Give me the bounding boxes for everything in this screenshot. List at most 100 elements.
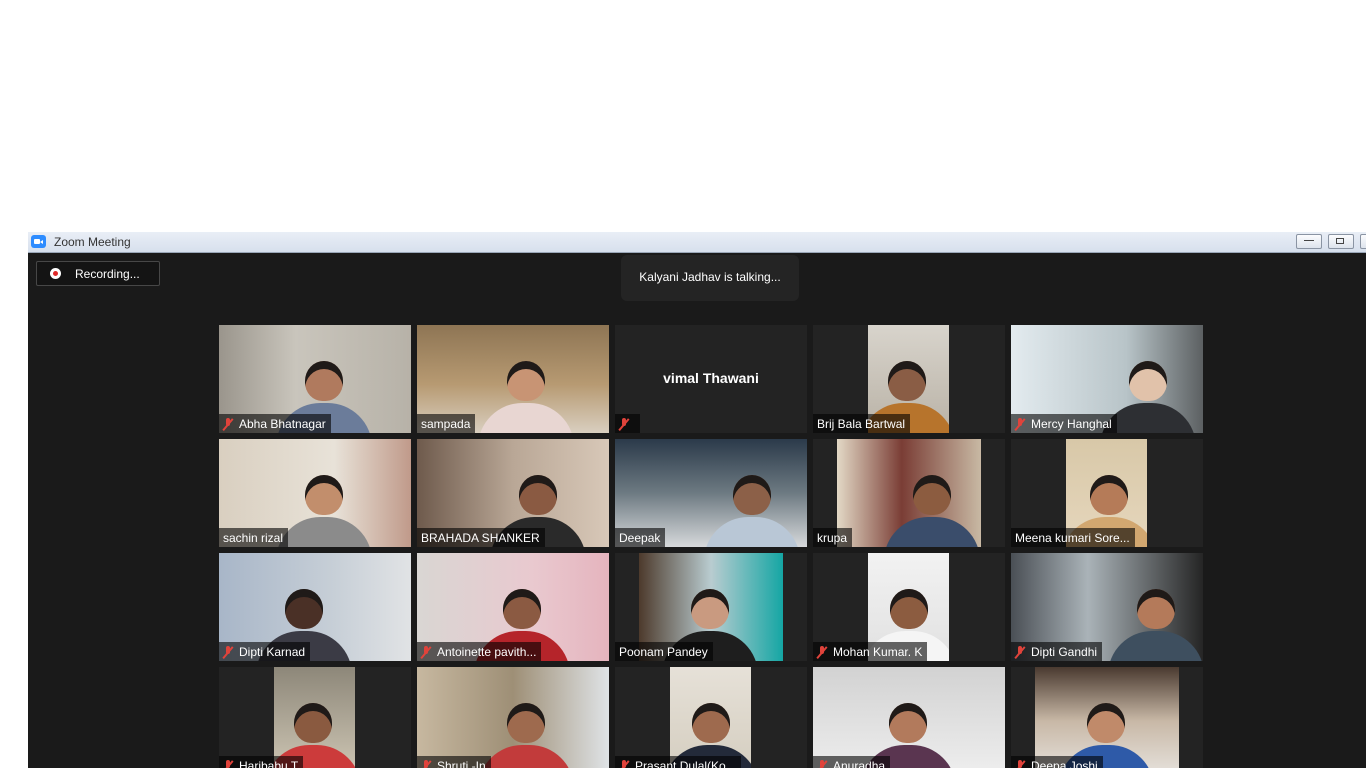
participant-tile[interactable]: sampada (417, 325, 609, 433)
participant-name-tag: BRAHADA SHANKER (417, 528, 545, 547)
participant-face (519, 475, 557, 515)
participant-name-tag (615, 414, 640, 433)
restore-icon (1336, 238, 1344, 244)
participant-tile[interactable]: Mercy Hanghal (1011, 325, 1203, 433)
participant-tile[interactable]: Meena kumari Sore... (1011, 439, 1203, 547)
participant-name-tag: Antoinette pavith... (417, 642, 542, 661)
participant-name: Abha Bhatnagar (239, 416, 326, 431)
participant-name-tag: sampada (417, 414, 476, 433)
muted-mic-icon (421, 645, 431, 658)
muted-mic-icon (619, 417, 629, 430)
participant-video (1035, 667, 1179, 768)
participant-name: Deepak (619, 530, 661, 545)
recording-label: Recording... (75, 267, 140, 281)
participant-name-tag: Deepa Joshi (1011, 756, 1103, 768)
participant-name: Poonam Pandey (619, 644, 708, 659)
participant-name: Haribabu T (239, 758, 299, 768)
participant-tile[interactable]: sachin rizal (219, 439, 411, 547)
participant-name: Dipti Gandhi (1031, 644, 1098, 659)
participant-tile[interactable]: Mohan Kumar. K (813, 553, 1005, 661)
participant-tile[interactable]: Brij Bala Bartwal (813, 325, 1005, 433)
muted-mic-icon (223, 759, 233, 768)
participant-face (1090, 475, 1128, 515)
muted-mic-icon (817, 759, 827, 768)
participant-name: Dipti Karnad (239, 644, 306, 659)
muted-mic-icon (1015, 417, 1025, 430)
participant-tile[interactable]: Haribabu T (219, 667, 411, 768)
participant-face (503, 589, 541, 629)
close-button[interactable] (1360, 234, 1366, 249)
participant-face (507, 703, 545, 743)
participant-tile[interactable]: Anuradha (813, 667, 1005, 768)
participant-name-tag: Prasant Dulal(Ko... (615, 756, 741, 768)
participant-tile[interactable]: Shruti -In (417, 667, 609, 768)
participant-face (691, 589, 729, 629)
participant-tile[interactable]: Poonam Pandey (615, 553, 807, 661)
muted-mic-icon (619, 759, 629, 768)
participant-tile[interactable]: Prasant Dulal(Ko... (615, 667, 807, 768)
participant-tile[interactable]: Deepa Joshi (1011, 667, 1203, 768)
participant-face (305, 361, 343, 401)
recording-indicator[interactable]: Recording... (36, 261, 160, 286)
participant-name: sampada (421, 416, 471, 431)
participant-tile[interactable]: Dipti Gandhi (1011, 553, 1203, 661)
participant-silhouette (478, 403, 574, 433)
participant-name-tag: Poonam Pandey (615, 642, 713, 661)
participant-name: Shruti -In (437, 758, 486, 768)
participant-silhouette (884, 517, 980, 547)
participant-face (285, 589, 323, 629)
participant-name-tag: sachin rizal (219, 528, 289, 547)
participant-tile[interactable]: vimal Thawani (615, 325, 807, 433)
participant-video (813, 667, 1005, 768)
minimize-icon (1304, 240, 1314, 241)
participant-video (274, 667, 355, 768)
participant-name: Brij Bala Bartwal (817, 416, 906, 431)
participant-name-tag: Brij Bala Bartwal (813, 414, 911, 433)
participant-name: Anuradha (833, 758, 886, 768)
participant-name: krupa (817, 530, 848, 545)
participant-name-tag: Shruti -In (417, 756, 491, 768)
participant-name: Mohan Kumar. K (833, 644, 923, 659)
participant-tile[interactable]: Abha Bhatnagar (219, 325, 411, 433)
active-speaker-text: Kalyani Jadhav is talking... (639, 270, 781, 284)
participant-face (890, 589, 928, 629)
muted-mic-icon (817, 645, 827, 658)
participant-face (1129, 361, 1167, 401)
muted-mic-icon (421, 759, 431, 768)
participant-face (305, 475, 343, 515)
participant-name-tag: Dipti Karnad (219, 642, 311, 661)
participant-name: Prasant Dulal(Ko... (635, 758, 736, 768)
participant-tile[interactable]: Deepak (615, 439, 807, 547)
participant-name-tag: Meena kumari Sore... (1011, 528, 1135, 547)
participant-name: Deepa Joshi (1031, 758, 1098, 768)
participant-face (889, 703, 927, 743)
active-speaker-banner: Kalyani Jadhav is talking... (621, 255, 799, 301)
participant-tile[interactable]: krupa (813, 439, 1005, 547)
participant-name: sachin rizal (223, 530, 284, 545)
muted-mic-icon (223, 417, 233, 430)
muted-mic-icon (223, 645, 233, 658)
title-bar[interactable]: Zoom Meeting (28, 232, 1366, 253)
zoom-meeting-window: Zoom Meeting Recording... Kalyani Jadhav… (28, 232, 1366, 768)
participant-face (1137, 589, 1175, 629)
participant-tile[interactable]: Dipti Karnad (219, 553, 411, 661)
participant-name-tag: Anuradha (813, 756, 891, 768)
participant-face (692, 703, 730, 743)
participant-display-name: vimal Thawani (663, 370, 759, 386)
participant-name-tag: Mohan Kumar. K (813, 642, 928, 661)
participant-name: Mercy Hanghal (1031, 416, 1112, 431)
participant-video (417, 667, 609, 768)
participant-name-tag: Mercy Hanghal (1011, 414, 1117, 433)
record-dot-icon (50, 268, 61, 279)
minimize-button[interactable] (1296, 234, 1322, 249)
participant-face (913, 475, 951, 515)
participant-name-tag: Haribabu T (219, 756, 304, 768)
participant-silhouette (276, 517, 372, 547)
participant-tile[interactable]: BRAHADA SHANKER (417, 439, 609, 547)
participant-tile[interactable]: Antoinette pavith... (417, 553, 609, 661)
participant-name: BRAHADA SHANKER (421, 530, 540, 545)
restore-button[interactable] (1328, 234, 1354, 249)
window-title: Zoom Meeting (54, 235, 131, 249)
participant-face (888, 361, 926, 401)
participant-silhouette (704, 517, 800, 547)
